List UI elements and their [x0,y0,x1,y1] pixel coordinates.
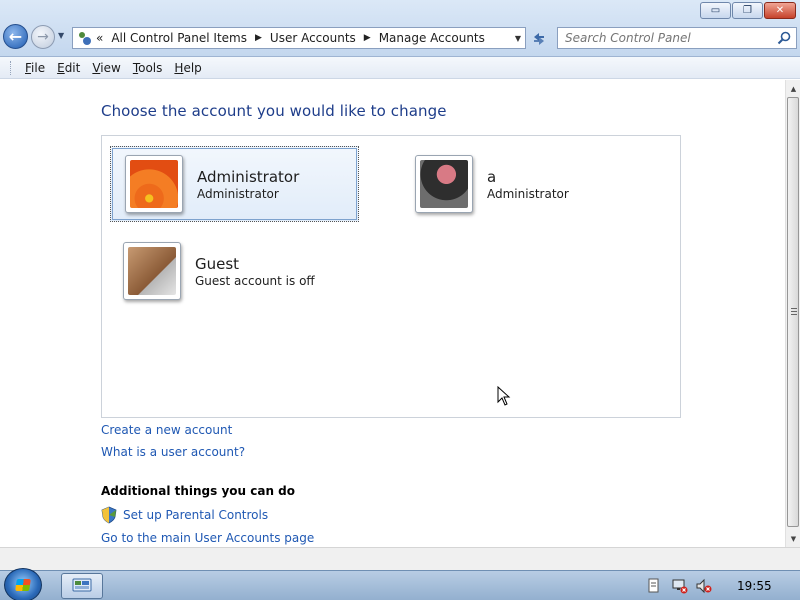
account-info: Administrator Administrator [197,168,299,201]
taskbar: 19:55 [0,568,800,600]
account-tile-a[interactable]: a Administrator [412,146,661,222]
start-button[interactable] [4,568,42,600]
forward-button[interactable]: → [31,25,55,49]
address-bar[interactable]: « All Control Panel Items ▶ User Account… [72,27,526,49]
account-info: Guest Guest account is off [195,255,315,288]
menu-grip [10,60,13,75]
breadcrumb-separator-icon[interactable]: ▶ [364,33,371,43]
minimize-button[interactable]: ▭ [700,2,731,19]
menu-file[interactable]: File [19,61,51,75]
action-center-icon[interactable] [647,578,661,594]
recent-pages-button[interactable]: ▼ [58,31,64,40]
record-player-picture-icon [420,160,468,208]
account-tile-focus: Administrator Administrator [112,148,357,220]
account-picture [123,242,181,300]
menu-bar: File Edit View Tools Help [0,57,800,79]
main-content: Choose the account you would like to cha… [0,80,785,547]
close-button[interactable]: ✕ [764,2,796,19]
account-name: Administrator [197,167,300,186]
briefcase-picture-icon [128,247,176,295]
vertical-scrollbar[interactable]: ▲ ▼ [785,80,800,547]
maximize-button[interactable]: ❐ [732,2,763,19]
scroll-up-button[interactable]: ▲ [786,80,800,97]
shield-icon [101,506,117,524]
address-dropdown-icon[interactable]: ▼ [515,34,521,43]
account-type: Administrator [487,186,569,201]
scrollbar-thumb[interactable] [787,97,799,527]
arrow-left-icon: ← [8,27,23,46]
mouse-pointer-icon [497,386,511,406]
parental-controls-link[interactable]: Set up Parental Controls [123,508,268,522]
arrow-right-icon: → [37,29,49,45]
back-button[interactable]: ← [3,24,28,49]
search-box [557,27,797,49]
account-tile-guest[interactable]: Guest Guest account is off [123,233,372,309]
main-user-accounts-link[interactable]: Go to the main User Accounts page [101,531,314,545]
accounts-panel: Administrator Administrator a Administra… [101,135,681,418]
control-panel-window-icon [72,578,92,592]
menu-edit[interactable]: Edit [51,61,86,75]
breadcrumb-separator-icon[interactable]: ▶ [255,33,262,43]
volume-muted-icon[interactable] [696,578,712,594]
menu-tools[interactable]: Tools [127,61,169,75]
breadcrumb-manage-accounts[interactable]: Manage Accounts [379,31,485,45]
breadcrumb-user-accounts[interactable]: User Accounts [270,31,356,45]
window-chrome: ▭ ❐ ✕ ← → ▼ « All Control Panel Items ▶ … [0,0,800,57]
additional-things-heading: Additional things you can do [101,484,296,498]
account-info: a Administrator [487,168,569,201]
what-is-account-link[interactable]: What is a user account? [101,445,245,459]
page-title: Choose the account you would like to cha… [101,102,447,120]
account-type: Guest account is off [195,273,315,288]
account-picture [415,155,473,213]
control-panel-icon [77,30,93,46]
scroll-up-icon: ▲ [790,84,797,93]
system-tray: 19:55 [640,573,800,600]
account-name: a [487,167,497,186]
breadcrumb-overflow[interactable]: « [96,31,103,45]
search-input[interactable] [565,31,770,45]
flower-picture-icon [130,160,178,208]
chevron-down-icon: ▼ [58,31,65,40]
search-icon[interactable] [777,31,791,45]
account-picture [125,155,183,213]
account-type: Administrator [197,186,279,201]
account-name: Guest [195,254,240,273]
refresh-button[interactable] [528,28,550,49]
taskbar-control-panel-button[interactable] [61,573,103,599]
network-error-icon[interactable] [672,578,688,594]
scrollbar-grip [791,308,797,315]
window-controls: ▭ ❐ ✕ [700,2,796,19]
menu-help[interactable]: Help [168,61,207,75]
scroll-down-button[interactable]: ▼ [786,530,800,547]
scroll-down-icon: ▼ [790,534,797,543]
account-tile-administrator[interactable]: Administrator Administrator [110,146,359,222]
menu-view[interactable]: View [86,61,126,75]
refresh-icon [534,32,544,45]
status-strip [0,547,800,570]
create-account-link[interactable]: Create a new account [101,423,232,437]
breadcrumb-all-control-panel-items[interactable]: All Control Panel Items [111,31,247,45]
taskbar-clock[interactable]: 19:55 [737,579,772,593]
